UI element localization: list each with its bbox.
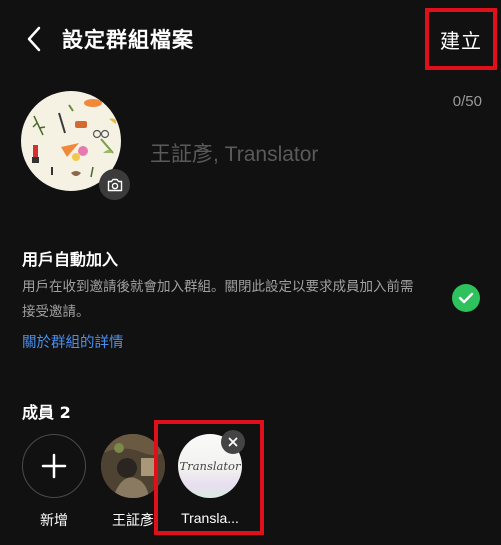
plus-icon — [41, 453, 67, 479]
highlight-annotation — [154, 420, 264, 535]
checkmark-icon — [458, 292, 474, 304]
members-title: 成員 2 — [22, 403, 71, 422]
chevron-left-icon — [27, 26, 41, 52]
header: 設定群組檔案 建立 — [0, 0, 501, 78]
group-details-link[interactable]: 關於群組的詳情 — [22, 331, 124, 352]
page-title: 設定群組檔案 — [62, 28, 194, 52]
auto-join-title: 用戶自動加入 — [22, 250, 119, 269]
member-label: 新增 — [40, 512, 68, 528]
add-member-circle[interactable] — [22, 434, 86, 498]
add-member-button[interactable]: 新增 — [19, 434, 89, 530]
group-name-input[interactable]: 王証彥, Translator — [150, 138, 318, 168]
name-char-counter: 0/50 — [452, 93, 482, 110]
create-button[interactable]: 建立 — [425, 8, 497, 70]
back-button[interactable] — [20, 22, 48, 56]
auto-join-description: 用戶在收到邀請後就會加入群組。關閉此設定以要求成員加入前需接受邀請。 — [22, 279, 414, 320]
auto-join-checkbox[interactable] — [452, 284, 480, 312]
camera-icon — [107, 178, 122, 191]
change-photo-button[interactable] — [99, 169, 130, 200]
